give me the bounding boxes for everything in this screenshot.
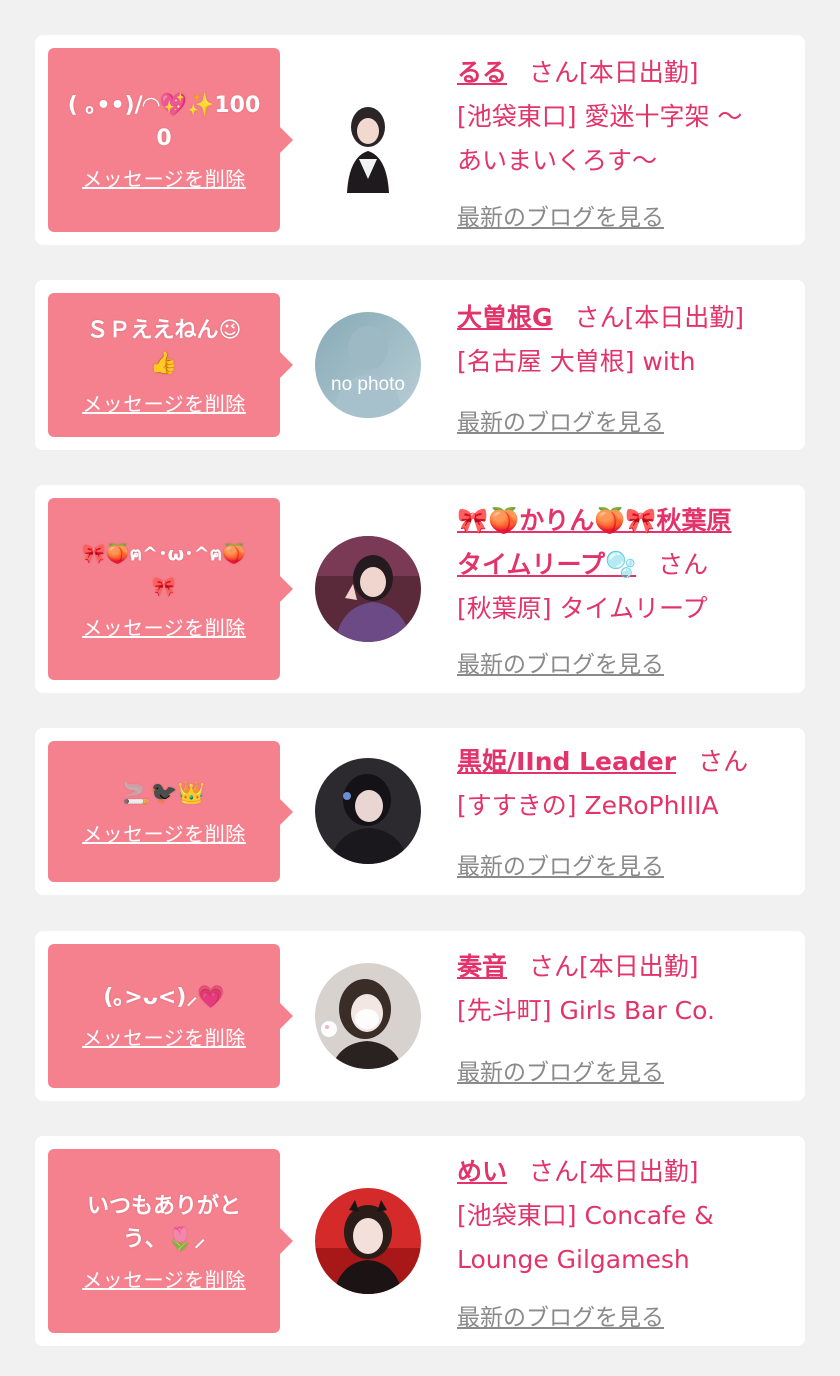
favorite-cast-card: いつもありがと う、🌷⸝ メッセージを削除 めい さん[本日出勤] [池袋東口] … [35,1136,805,1346]
cast-info: 奏音 さん[本日出勤] [先斗町] Girls Bar Co. [457,945,793,1033]
message-bubble: ( ｡••)/◠💖✨1000 メッセージを削除 [48,48,293,232]
message-text: 🎀🍑ฅ^･ω･^ฅ🍑 [82,542,246,565]
cast-info: 黒姫/IInd Leader さん [すすきの] ZeRoPhIIIA [457,740,793,828]
san-suffix: さん [658,550,709,579]
san-suffix: さん [529,58,580,87]
status-badge: [本日出勤] [624,303,745,332]
favorite-cast-card: 🎀🍑ฅ^･ω･^ฅ🍑 🎀 メッセージを削除 🎀🍑かりん🍑🎀秋葉原 タイムリープ🫧… [35,485,805,693]
status-badge: [本日出勤] [579,58,699,87]
message-text: ( ｡••)/◠💖✨1000 [67,92,261,151]
favorite-cast-card: ( ｡••)/◠💖✨1000 メッセージを削除 るる さん[本日出勤] [池袋東口… [35,35,805,245]
message-text: ＳＰええねん😉 [86,317,242,343]
delete-message-link[interactable]: メッセージを削除 [82,163,246,192]
cast-name-link[interactable]: タイムリープ🫧 [457,550,636,579]
avatar[interactable] [315,758,421,864]
shop-text: [池袋東口] 愛迷十字架 〜 [457,102,743,131]
latest-blog-link[interactable]: 最新のブログを見る [457,1053,664,1087]
cast-info: るる さん[本日出勤] [池袋東口] 愛迷十字架 〜 あいまいくろす〜 [457,51,793,183]
shop-text: [池袋東口] Concafe & [457,1201,714,1230]
delete-message-link[interactable]: メッセージを削除 [82,818,246,847]
message-bubble: いつもありがと う、🌷⸝ メッセージを削除 [48,1149,293,1333]
delete-message-link[interactable]: メッセージを削除 [82,612,246,641]
status-badge: [本日出勤] [579,1157,699,1186]
cast-info: 大曽根G さん[本日出勤] [名古屋 大曽根] with [457,296,793,384]
latest-blog-link[interactable]: 最新のブログを見る [457,645,664,679]
delete-message-link[interactable]: メッセージを削除 [82,1264,246,1293]
avatar[interactable] [315,963,421,1069]
avatar[interactable] [315,536,421,642]
message-text: いつもありがと [86,1193,241,1219]
message-text: (｡>ᴗ<)⸝💗 [103,985,225,1010]
shop-text: [先斗町] Girls Bar Co. [457,996,715,1025]
san-suffix: さん [529,1157,580,1186]
favorite-cast-card: (｡>ᴗ<)⸝💗 メッセージを削除 奏音 さん[本日出勤] [先斗町] Girls… [35,931,805,1101]
san-suffix: さん [698,747,749,776]
latest-blog-link[interactable]: 最新のブログを見る [457,403,664,437]
message-text: 🚬🐦‍⬛👑 [122,780,206,806]
cast-name-link[interactable]: めい [457,1157,507,1186]
latest-blog-link[interactable]: 最新のブログを見る [457,847,664,881]
cast-name-link[interactable]: るる [457,58,507,87]
message-bubble: 🎀🍑ฅ^･ω･^ฅ🍑 🎀 メッセージを削除 [48,498,293,680]
favorite-cast-card: ＳＰええねん😉 👍 メッセージを削除 no photo 大曽根G さん[本日出勤]… [35,280,805,450]
message-bubble: (｡>ᴗ<)⸝💗 メッセージを削除 [48,944,293,1088]
shop-text: あいまいくろす〜 [457,146,658,175]
status-badge: [本日出勤] [579,952,699,981]
message-text: 👍 [150,350,178,376]
cast-name-link[interactable]: 大曽根G [457,303,553,332]
shop-text: [名古屋 大曽根] with [457,347,696,376]
shop-text: [すすきの] ZeRoPhIIIA [457,791,719,820]
san-suffix: さん [574,303,625,332]
shop-text: Lounge Gilgamesh [457,1245,690,1274]
cast-name-link[interactable]: 奏音 [457,952,507,981]
message-bubble: ＳＰええねん😉 👍 メッセージを削除 [48,293,293,437]
san-suffix: さん [529,952,580,981]
latest-blog-link[interactable]: 最新のブログを見る [457,1298,664,1332]
shop-text: [秋葉原] タイムリープ [457,594,708,623]
avatar[interactable] [315,87,421,193]
cast-name-link[interactable]: 黒姫/IInd Leader [457,747,676,776]
avatar[interactable] [315,1188,421,1294]
cast-name-link[interactable]: 🎀🍑かりん🍑🎀秋葉原 [457,506,732,535]
delete-message-link[interactable]: メッセージを削除 [82,388,246,417]
latest-blog-link[interactable]: 最新のブログを見る [457,198,664,232]
message-text: う、🌷⸝ [122,1226,206,1252]
favorite-cast-card: 🚬🐦‍⬛👑 メッセージを削除 黒姫/IInd Leader さん [すすきの] Z… [35,728,805,895]
cast-info: 🎀🍑かりん🍑🎀秋葉原 タイムリープ🫧 さん [秋葉原] タイムリープ [457,499,793,631]
avatar[interactable]: no photo [315,312,421,418]
no-photo-label: no photo [331,374,405,395]
cast-info: めい さん[本日出勤] [池袋東口] Concafe & Lounge Gilga… [457,1150,793,1282]
message-text: 🎀 [152,575,176,598]
message-bubble: 🚬🐦‍⬛👑 メッセージを削除 [48,741,293,882]
delete-message-link[interactable]: メッセージを削除 [82,1022,246,1051]
